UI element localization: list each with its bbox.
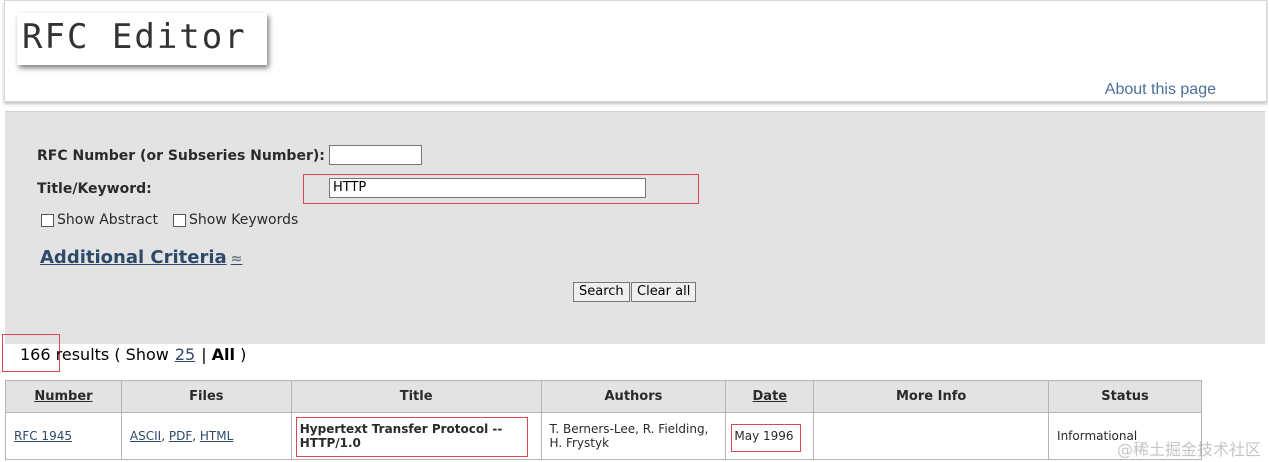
show-keywords-option[interactable]: Show Keywords (173, 212, 298, 228)
results-close: ) (240, 345, 247, 364)
show-abstract-label: Show Abstract (57, 212, 158, 228)
cell-number: RFC 1945 (5, 412, 122, 460)
double-chevron-down-icon: ≈ (230, 251, 243, 267)
results-separator: | (201, 345, 207, 364)
column-header-date[interactable]: Date (725, 380, 815, 413)
results-summary: 166 results ( Show 25 | All ) (20, 345, 246, 364)
search-panel: RFC Number (or Subseries Number): Title/… (5, 111, 1265, 344)
table-row: RFC 1945 ASCII, PDF, HTML Hypertext Tran… (5, 412, 1202, 460)
column-header-status: Status (1048, 380, 1202, 413)
rfc-number-link[interactable]: RFC 1945 (14, 429, 72, 443)
watermark-text: @稀土掘金技术社区 (1116, 440, 1261, 459)
authors-line-1: T. Berners-Lee, R. Fielding, (549, 422, 709, 436)
show-abstract-option[interactable]: Show Abstract (41, 212, 158, 228)
file-link-pdf[interactable]: PDF (169, 429, 192, 443)
show-25-link[interactable]: 25 (175, 345, 195, 364)
date-highlight-box (731, 424, 802, 452)
title-keyword-label: Title/Keyword: (37, 181, 152, 197)
additional-criteria-label: Additional Criteria (40, 247, 227, 268)
column-header-authors: Authors (540, 380, 727, 413)
authors-line-2: H. Frystyk (549, 436, 610, 450)
cell-more-info (813, 412, 1050, 460)
file-link-ascii[interactable]: ASCII (130, 429, 161, 443)
show-all-current: All (211, 345, 236, 364)
column-header-more-info: More Info (813, 380, 1050, 413)
clear-all-button[interactable]: Clear all (631, 282, 697, 302)
rfc-number-label: RFC Number (or Subseries Number): (37, 148, 325, 164)
file-link-html[interactable]: HTML (200, 429, 233, 443)
additional-criteria-toggle[interactable]: Additional Criteria ≈ (40, 247, 242, 268)
column-header-title: Title (290, 380, 542, 413)
title-keyword-input[interactable]: HTTP (329, 178, 646, 198)
rfc-number-input[interactable] (329, 145, 422, 165)
result-count: 166 (20, 345, 51, 364)
table-header-row: Number Files Title Authors Date More Inf… (5, 380, 1202, 413)
cell-date: May 1996 (725, 412, 815, 460)
show-abstract-checkbox[interactable] (41, 213, 54, 227)
logo-text: RFC Editor (22, 17, 247, 57)
results-text: results ( Show (55, 345, 169, 364)
column-header-number[interactable]: Number (5, 380, 122, 413)
about-this-page-link[interactable]: About this page (1105, 81, 1216, 99)
site-header: RFC Editor About this page (4, 0, 1267, 102)
column-header-files: Files (120, 380, 292, 413)
cell-title: Hypertext Transfer Protocol -- HTTP/1.0 (290, 412, 542, 460)
cell-authors: T. Berners-Lee, R. Fielding, H. Frystyk (540, 412, 727, 460)
cell-files: ASCII, PDF, HTML (120, 412, 292, 460)
rfc-editor-logo[interactable]: RFC Editor (17, 13, 267, 65)
results-table: Number Files Title Authors Date More Inf… (5, 380, 1202, 460)
show-keywords-label: Show Keywords (189, 212, 299, 228)
search-button[interactable]: Search (573, 282, 630, 302)
show-keywords-checkbox[interactable] (173, 213, 186, 227)
title-cell-highlight-box (295, 417, 528, 457)
